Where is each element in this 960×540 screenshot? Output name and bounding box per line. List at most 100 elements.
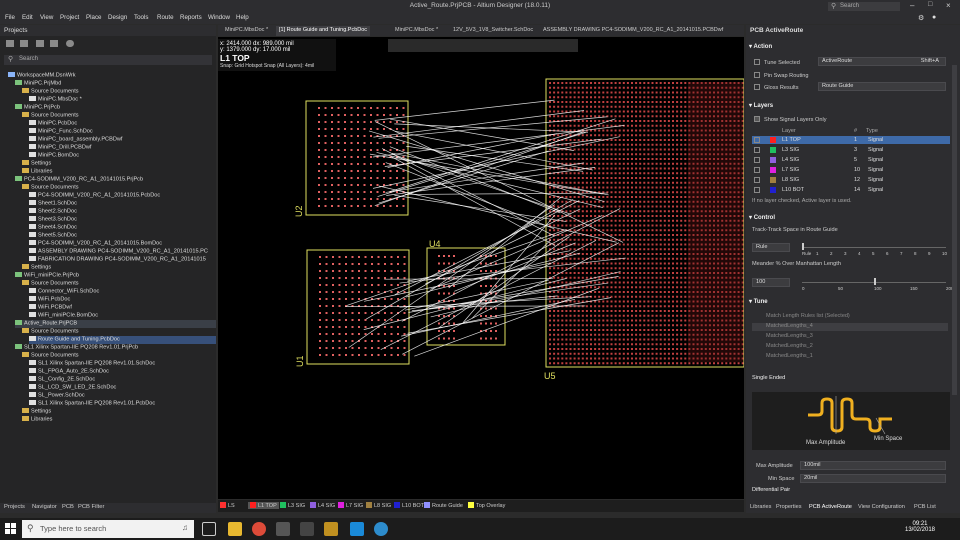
layer-tab[interactable]: L8 SIG	[366, 502, 391, 509]
save-all-icon[interactable]	[50, 40, 58, 47]
tree-item[interactable]: WiFi.PcbDoc	[29, 296, 216, 304]
tree-item[interactable]: Sheet4.SchDoc	[29, 224, 216, 232]
tree-item[interactable]: Source Documents	[22, 280, 216, 288]
layer-tab[interactable]: L10 BOT	[394, 502, 424, 509]
layer-tab[interactable]: L3 SIG	[280, 502, 305, 509]
gear-icon[interactable]: ⚙	[918, 14, 924, 22]
windows-start-icon[interactable]	[5, 523, 16, 534]
layer-row[interactable]: L3 SIG 3 Signal	[752, 146, 950, 154]
layer-row[interactable]: L4 SIG 5 Signal	[752, 156, 950, 164]
section-layers[interactable]: ▾ Layers	[749, 102, 773, 109]
chrome-icon[interactable]	[252, 522, 266, 536]
tree-item[interactable]: MiniPC_Drill.PCBDwf	[29, 144, 216, 152]
file-explorer-icon[interactable]	[228, 522, 242, 536]
min-space-input[interactable]: 20mil	[800, 474, 946, 483]
skype-icon[interactable]	[350, 522, 364, 536]
doc-tab-route-guide[interactable]: [1] Route Guide and Tuning.PcbDoc	[276, 26, 371, 36]
open-icon[interactable]	[20, 40, 28, 47]
tree-item[interactable]: MiniPC.MbsDoc *	[29, 96, 216, 104]
tab-pcb-filter[interactable]: PCB Filter	[78, 504, 104, 510]
tab-navigator[interactable]: Navigator	[32, 504, 57, 510]
tree-item[interactable]: SL1 Xilinx Spartan-IIE PQ208 Rev1.01.Sch…	[29, 360, 216, 368]
tune-selected-checkbox[interactable]: Tune Selected	[754, 59, 800, 66]
menu-tools[interactable]: Tools	[134, 14, 148, 21]
tree-item[interactable]: SL1 Xilinx Spartan-IIE PQ208 Rev1.01.Prj…	[15, 344, 216, 352]
maximize-icon[interactable]: □	[928, 1, 932, 8]
tree-item[interactable]: Source Documents	[22, 112, 216, 120]
section-tune[interactable]: ▾ Tune	[749, 298, 768, 305]
tune-rule-item[interactable]: MatchedLengths_4	[752, 323, 948, 331]
tree-item[interactable]: MiniPC.PrjMbd	[15, 80, 216, 88]
menu-view[interactable]: View	[40, 14, 53, 21]
user-icon[interactable]: ●	[932, 14, 936, 21]
tree-item[interactable]: Settings	[22, 160, 216, 168]
rule-select[interactable]: Rule	[752, 243, 790, 252]
tree-item[interactable]: WorkspaceMM.DsnWrk	[8, 72, 216, 80]
section-action[interactable]: ▾ Action	[749, 43, 772, 50]
tree-item[interactable]: Source Documents	[22, 328, 216, 336]
checkbox-icon[interactable]	[754, 167, 760, 173]
activeroute-button[interactable]: ActiveRoute Shift+A	[818, 57, 946, 66]
tune-rule-item[interactable]: MatchedLengths_1	[752, 353, 948, 361]
menu-route[interactable]: Route	[157, 14, 174, 21]
tree-item[interactable]: SL_Power.SchDoc	[29, 392, 216, 400]
layer-row[interactable]: L1 TOP 1 Signal	[752, 136, 950, 144]
system-clock[interactable]: 09:21 13/02/2018	[902, 521, 938, 533]
tree-item[interactable]: SL_LCD_SW_LED_2E.SchDoc	[29, 384, 216, 392]
tree-item[interactable]: WiFi.PCBDwf	[29, 304, 216, 312]
pin-swap-checkbox[interactable]: Pin Swap Routing	[754, 72, 808, 79]
minimize-icon[interactable]: –	[910, 1, 914, 10]
pcb-canvas[interactable]: U2 U4 U1 U5 x: 2414.000 dx: 989.000 mil …	[218, 37, 744, 499]
tree-item[interactable]: Sheet1.SchDoc	[29, 200, 216, 208]
tree-item[interactable]: SL1 Xilinx Spartan-IIE PQ208 Rev1.01.Pcb…	[29, 400, 216, 408]
tree-item[interactable]: MiniPC_board_assembly.PCBDwf	[29, 136, 216, 144]
recorder-icon[interactable]	[374, 522, 388, 536]
microphone-icon[interactable]: ♫	[182, 523, 188, 532]
panel-scrollbar[interactable]	[952, 65, 957, 395]
section-control[interactable]: ▾ Control	[749, 214, 775, 221]
tree-item[interactable]: Settings	[22, 264, 216, 272]
tab-view-configuration[interactable]: View Configuration	[858, 504, 905, 510]
tree-item[interactable]: PC4-SODIMM_V200_RC_A1_20141015.PrjPcb	[15, 176, 216, 184]
tab-pcb-activeroute[interactable]: PCB ActiveRoute	[809, 504, 852, 510]
tree-item[interactable]: Active_Route.PrjPCB	[15, 320, 216, 328]
tree-item[interactable]: ASSEMBLY DRAWING PC4-SODIMM_V200_RC_A1_2…	[29, 248, 216, 256]
menu-file[interactable]: File	[5, 14, 15, 21]
altium-designer-icon[interactable]	[324, 522, 338, 536]
menu-reports[interactable]: Reports	[180, 14, 202, 21]
doc-tab-switcher[interactable]: 12V_5V3_1V8_Switcher.SchDoc	[450, 26, 536, 36]
tune-rule-item[interactable]: Match Length Rules list (Selected)	[752, 313, 948, 321]
tree-item[interactable]: SL_Config_2E.SchDoc	[29, 376, 216, 384]
layer-tab[interactable]: L4 SIG	[310, 502, 335, 509]
tree-item[interactable]: Sheet5.SchDoc	[29, 232, 216, 240]
tree-item[interactable]: Libraries	[22, 168, 216, 176]
doc-tab-minipc-mbs-2[interactable]: MiniPC.MbsDoc *	[392, 26, 441, 36]
tree-item[interactable]: WiFi_miniPCIe.PrjPcb	[15, 272, 216, 280]
menu-window[interactable]: Window	[208, 14, 230, 21]
tree-item[interactable]: Source Documents	[22, 88, 216, 96]
rule-slider-thumb[interactable]	[802, 243, 804, 250]
show-signal-layers-checkbox[interactable]: Show Signal Layers Only	[754, 116, 827, 123]
tune-rule-item[interactable]: MatchedLengths_2	[752, 343, 948, 351]
layer-tab[interactable]: LS	[220, 502, 235, 509]
task-view-icon[interactable]	[202, 522, 216, 536]
tree-item[interactable]: SL_FPGA_Auto_2E.SchDoc	[29, 368, 216, 376]
tab-projects[interactable]: Projects	[4, 504, 25, 510]
global-search[interactable]: ⚲ Search	[828, 2, 900, 11]
tab-libraries[interactable]: Libraries	[750, 504, 771, 510]
tree-item[interactable]: Libraries	[22, 416, 216, 424]
tree-item[interactable]: Sheet2.SchDoc	[29, 208, 216, 216]
tree-item[interactable]: Source Documents	[22, 184, 216, 192]
tree-item[interactable]: MiniPC_Func.SchDoc	[29, 128, 216, 136]
pcb-drawing[interactable]: U2 U4 U1 U5	[218, 37, 744, 499]
layer-tab[interactable]: L7 SIG	[338, 502, 363, 509]
route-guide-button[interactable]: Route Guide	[818, 82, 946, 91]
menu-place[interactable]: Place	[86, 14, 101, 21]
layer-row[interactable]: L10 BOT 14 Signal	[752, 186, 950, 194]
gloss-results-checkbox[interactable]: Gloss Results	[754, 84, 799, 91]
checkbox-icon[interactable]	[754, 137, 760, 143]
close-icon[interactable]: ×	[946, 1, 951, 10]
meander-input[interactable]: 100	[752, 278, 790, 287]
project-search-input[interactable]: ⚲ Search	[4, 55, 212, 65]
checkbox-icon[interactable]	[754, 177, 760, 183]
